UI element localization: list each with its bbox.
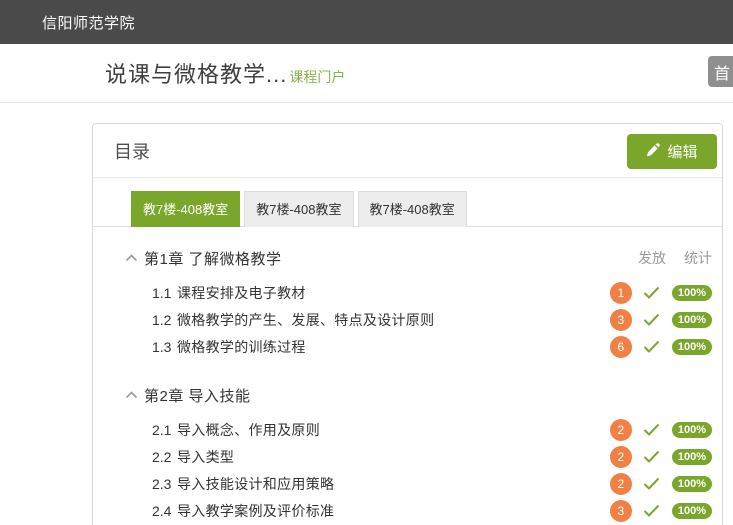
section-title[interactable]: 导入教学案例及评价标准 xyxy=(177,501,334,521)
section-number: 2.2 xyxy=(152,449,172,465)
section-row: 1.1 课程安排及电子教材 1 100% xyxy=(93,279,722,306)
tab-classroom[interactable]: 教7楼-408教室 xyxy=(358,191,467,227)
chapter-header-row: 第1章 了解微格教学 发放统计 xyxy=(93,247,722,269)
section-indicators: 3 100% xyxy=(610,309,722,331)
section-title[interactable]: 导入类型 xyxy=(177,447,234,467)
section-indicators: 6 100% xyxy=(610,336,722,358)
section-indicators: 2 100% xyxy=(610,446,722,468)
page-header: 说课与微格教学... 课程门户 首 xyxy=(0,44,733,103)
section-row: 2.1 导入概念、作用及原则 2 100% xyxy=(93,416,722,443)
edit-button-label: 编辑 xyxy=(667,141,697,162)
issued-check-icon[interactable] xyxy=(642,286,662,299)
section-row: 2.2 导入类型 2 100% xyxy=(93,443,722,470)
stats-percent-badge[interactable]: 100% xyxy=(672,503,712,519)
task-count-badge[interactable]: 2 xyxy=(610,473,632,495)
chapter-block: 第2章 导入技能2.1导入概念、作用及原则2100%2.2导入类型2100%2.… xyxy=(93,384,722,524)
chevron-up-icon[interactable] xyxy=(121,254,141,262)
section-number: 1.1 xyxy=(152,285,172,301)
stats-percent-badge[interactable]: 100% xyxy=(672,312,712,328)
issued-check-icon[interactable] xyxy=(642,313,662,326)
chapter-title: 第2章 导入技能 xyxy=(144,385,251,406)
task-count-badge[interactable]: 3 xyxy=(610,500,632,522)
stats-percent-badge[interactable]: 100% xyxy=(672,285,712,301)
section-title[interactable]: 导入概念、作用及原则 xyxy=(177,420,320,440)
task-count-badge[interactable]: 6 xyxy=(610,336,632,358)
catalog-title: 目录 xyxy=(114,138,150,164)
section-number: 1.3 xyxy=(152,339,172,355)
home-button[interactable]: 首 xyxy=(708,56,733,87)
section-list: 2.1 导入概念、作用及原则 2 100% 2.2 导入类型 2 100% 2.3 导入技能设计和… xyxy=(93,416,722,524)
catalog-card-header: 目录 编辑 xyxy=(93,124,722,178)
section-title[interactable]: 导入技能设计和应用策略 xyxy=(177,474,334,494)
section-number: 1.2 xyxy=(152,312,172,328)
chapter-list: 第1章 了解微格教学 发放统计 1.1 课程安排及电子教材 1 100% 1.2 微格教学的产… xyxy=(93,247,722,524)
catalog-card: 目录 编辑 教7楼-408教室教7楼-408教室教7楼-408教室 第1章 了解… xyxy=(92,123,723,525)
task-count-badge[interactable]: 3 xyxy=(610,309,632,331)
section-list: 1.1课程安排及电子教材1100%1.2微格教学的产生、发展、特点及设计原则31… xyxy=(93,279,722,360)
topbar: 信阳师范学院 xyxy=(0,0,733,44)
section-title[interactable]: 微格教学的产生、发展、特点及设计原则 xyxy=(177,310,434,330)
section-row: 1.2 微格教学的产生、发展、特点及设计原则 3 100% xyxy=(93,306,722,333)
section-title[interactable]: 课程安排及电子教材 xyxy=(177,283,306,303)
stats-percent-badge[interactable]: 100% xyxy=(672,339,712,355)
course-portal-link[interactable]: 课程门户 xyxy=(289,67,345,87)
pencil-icon xyxy=(646,143,660,161)
page-body: 目录 编辑 教7楼-408教室教7楼-408教室教7楼-408教室 第1章 了解… xyxy=(0,103,733,525)
column-headers: 发放统计 xyxy=(638,248,722,268)
section-row: 2.4 导入教学案例及评价标准 3 100% xyxy=(93,497,722,524)
column-header-stats: 统计 xyxy=(684,248,712,268)
chapter-header-row: 第2章 导入技能 xyxy=(93,384,722,406)
tab-classroom[interactable]: 教7楼-408教室 xyxy=(244,191,353,227)
issued-check-icon[interactable] xyxy=(642,423,662,436)
stats-percent-badge[interactable]: 100% xyxy=(672,422,712,438)
task-count-badge[interactable]: 2 xyxy=(610,419,632,441)
task-count-badge[interactable]: 2 xyxy=(610,446,632,468)
issued-check-icon[interactable] xyxy=(642,340,662,353)
section-row: 1.3 微格教学的训练过程 6 100% xyxy=(93,333,722,360)
course-title: 说课与微格教学... xyxy=(105,57,287,89)
issued-check-icon[interactable] xyxy=(642,450,662,463)
school-name: 信阳师范学院 xyxy=(42,12,135,33)
task-count-badge[interactable]: 1 xyxy=(610,282,632,304)
section-number: 2.3 xyxy=(152,476,172,492)
chevron-up-icon[interactable] xyxy=(121,391,141,399)
chapter-title: 第1章 了解微格教学 xyxy=(144,248,282,269)
issued-check-icon[interactable] xyxy=(642,477,662,490)
tab-classroom[interactable]: 教7楼-408教室 xyxy=(131,191,240,227)
section-indicators: 2 100% xyxy=(610,473,722,495)
section-number: 2.1 xyxy=(152,422,172,438)
chapter-block: 第1章 了解微格教学 发放统计 1.1 课程安排及电子教材 1 100% 1.2 微格教学的产… xyxy=(93,247,722,360)
stats-percent-badge[interactable]: 100% xyxy=(672,449,712,465)
edit-button[interactable]: 编辑 xyxy=(627,134,717,169)
section-row: 2.3 导入技能设计和应用策略 2 100% xyxy=(93,470,722,497)
section-title[interactable]: 微格教学的训练过程 xyxy=(177,337,306,357)
section-indicators: 1 100% xyxy=(610,282,722,304)
section-indicators: 3 100% xyxy=(610,500,722,522)
stats-percent-badge[interactable]: 100% xyxy=(672,476,712,492)
section-number: 2.4 xyxy=(152,503,172,519)
section-indicators: 2 100% xyxy=(610,419,722,441)
classroom-tabs: 教7楼-408教室教7楼-408教室教7楼-408教室 xyxy=(93,178,722,227)
column-header-issue: 发放 xyxy=(638,248,666,268)
issued-check-icon[interactable] xyxy=(642,504,662,517)
